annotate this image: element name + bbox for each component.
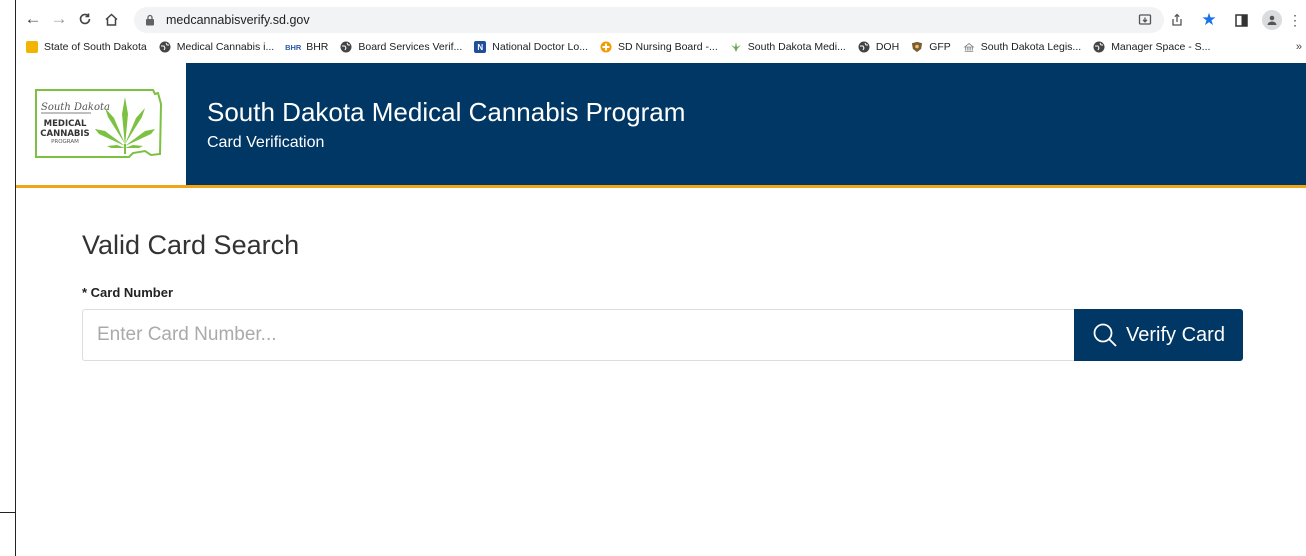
- logo-cannabis-text: CANNABIS: [40, 129, 89, 139]
- sd-mcp-logo-icon: South Dakota MEDICAL CANNABIS PROGRAM: [35, 89, 163, 158]
- bookmark-label: BHR: [306, 41, 329, 53]
- bookmark-item[interactable]: GFP: [911, 41, 951, 53]
- verify-card-label: Verify Card: [1126, 323, 1225, 346]
- leaf-icon: [730, 41, 742, 53]
- capitol-icon: [963, 41, 975, 53]
- globe-icon: [858, 41, 870, 53]
- side-panel-icon[interactable]: [1230, 9, 1252, 31]
- bookmark-item[interactable]: N National Doctor Lo...: [474, 41, 588, 53]
- card-number-label: * Card Number: [82, 285, 174, 300]
- bookmark-item[interactable]: South Dakota Legis...: [963, 41, 1081, 53]
- gfp-icon: [911, 41, 923, 53]
- back-arrow-icon[interactable]: ←: [20, 6, 46, 32]
- globe-icon: [1093, 41, 1105, 53]
- bookmark-label: State of South Dakota: [44, 41, 147, 53]
- bookmark-label: Board Services Verif...: [358, 41, 463, 53]
- lock-icon[interactable]: [142, 12, 158, 28]
- search-icon: [1093, 323, 1117, 347]
- toolbar-actions: ★ ⋮: [1134, 7, 1302, 33]
- bookmark-item[interactable]: SD Nursing Board -...: [600, 41, 718, 53]
- share-icon[interactable]: [1166, 9, 1188, 31]
- program-logo[interactable]: South Dakota MEDICAL CANNABIS PROGRAM: [16, 63, 186, 185]
- globe-icon: [340, 41, 352, 53]
- bookmark-item[interactable]: Medical Cannabis i...: [159, 41, 274, 53]
- header-accent-bar: [16, 185, 1306, 188]
- verify-card-button[interactable]: Verify Card: [1074, 309, 1243, 361]
- nursing-icon: [600, 41, 612, 53]
- globe-icon: [159, 41, 171, 53]
- bookmark-label: South Dakota Medi...: [747, 41, 846, 53]
- reload-icon[interactable]: [72, 6, 98, 32]
- page-title: South Dakota Medical Cannabis Program: [207, 97, 686, 127]
- install-app-icon[interactable]: [1134, 9, 1156, 31]
- bhr-icon: BHR: [285, 42, 302, 52]
- card-number-input[interactable]: [82, 309, 1075, 361]
- bookmark-label: SD Nursing Board -...: [617, 41, 718, 53]
- bookmark-item[interactable]: South Dakota Medi...: [730, 41, 846, 53]
- address-bar[interactable]: medcannabisverify.sd.gov: [134, 7, 1164, 33]
- logo-medical-text: MEDICAL: [44, 119, 87, 129]
- background-window-edge: [0, 512, 15, 513]
- n-logo-icon: N: [474, 41, 487, 53]
- bookmark-label: DOH: [875, 41, 900, 53]
- logo-script-text: South Dakota: [41, 102, 110, 113]
- site-header: South Dakota MEDICAL CANNABIS PROGRAM So…: [16, 63, 1306, 185]
- forward-arrow-icon[interactable]: →: [46, 6, 72, 32]
- page-subtitle: Card Verification: [207, 134, 325, 151]
- bookmark-label: Manager Space - S...: [1111, 41, 1211, 53]
- more-bookmarks-button[interactable]: »: [1296, 37, 1302, 57]
- bookmark-item[interactable]: DOH: [858, 41, 899, 53]
- bookmark-item[interactable]: State of South Dakota: [26, 41, 147, 53]
- home-icon[interactable]: [98, 6, 124, 32]
- sd-flag-icon: [26, 41, 38, 53]
- url-text: medcannabisverify.sd.gov: [166, 13, 310, 27]
- section-title: Valid Card Search: [82, 230, 300, 260]
- menu-dots-icon[interactable]: ⋮: [1288, 9, 1302, 31]
- bookmark-star-icon[interactable]: ★: [1198, 9, 1220, 31]
- bookmark-label: GFP: [929, 41, 951, 53]
- browser-toolbar: ← → medcannabisverify.sd.gov ★ ⋮: [16, 1, 1306, 37]
- bookmark-label: South Dakota Legis...: [980, 41, 1082, 53]
- bookmarks-bar: State of South Dakota Medical Cannabis i…: [16, 37, 1306, 57]
- bookmark-label: Medical Cannabis i...: [176, 41, 275, 53]
- logo-program-text: PROGRAM: [51, 139, 79, 145]
- bookmark-item[interactable]: Manager Space - S...: [1093, 41, 1210, 53]
- bookmark-item[interactable]: Board Services Verif...: [340, 41, 462, 53]
- profile-avatar-icon[interactable]: [1262, 10, 1282, 30]
- bookmark-label: National Doctor Lo...: [492, 41, 588, 53]
- bookmark-item[interactable]: BHR BHR: [285, 41, 329, 53]
